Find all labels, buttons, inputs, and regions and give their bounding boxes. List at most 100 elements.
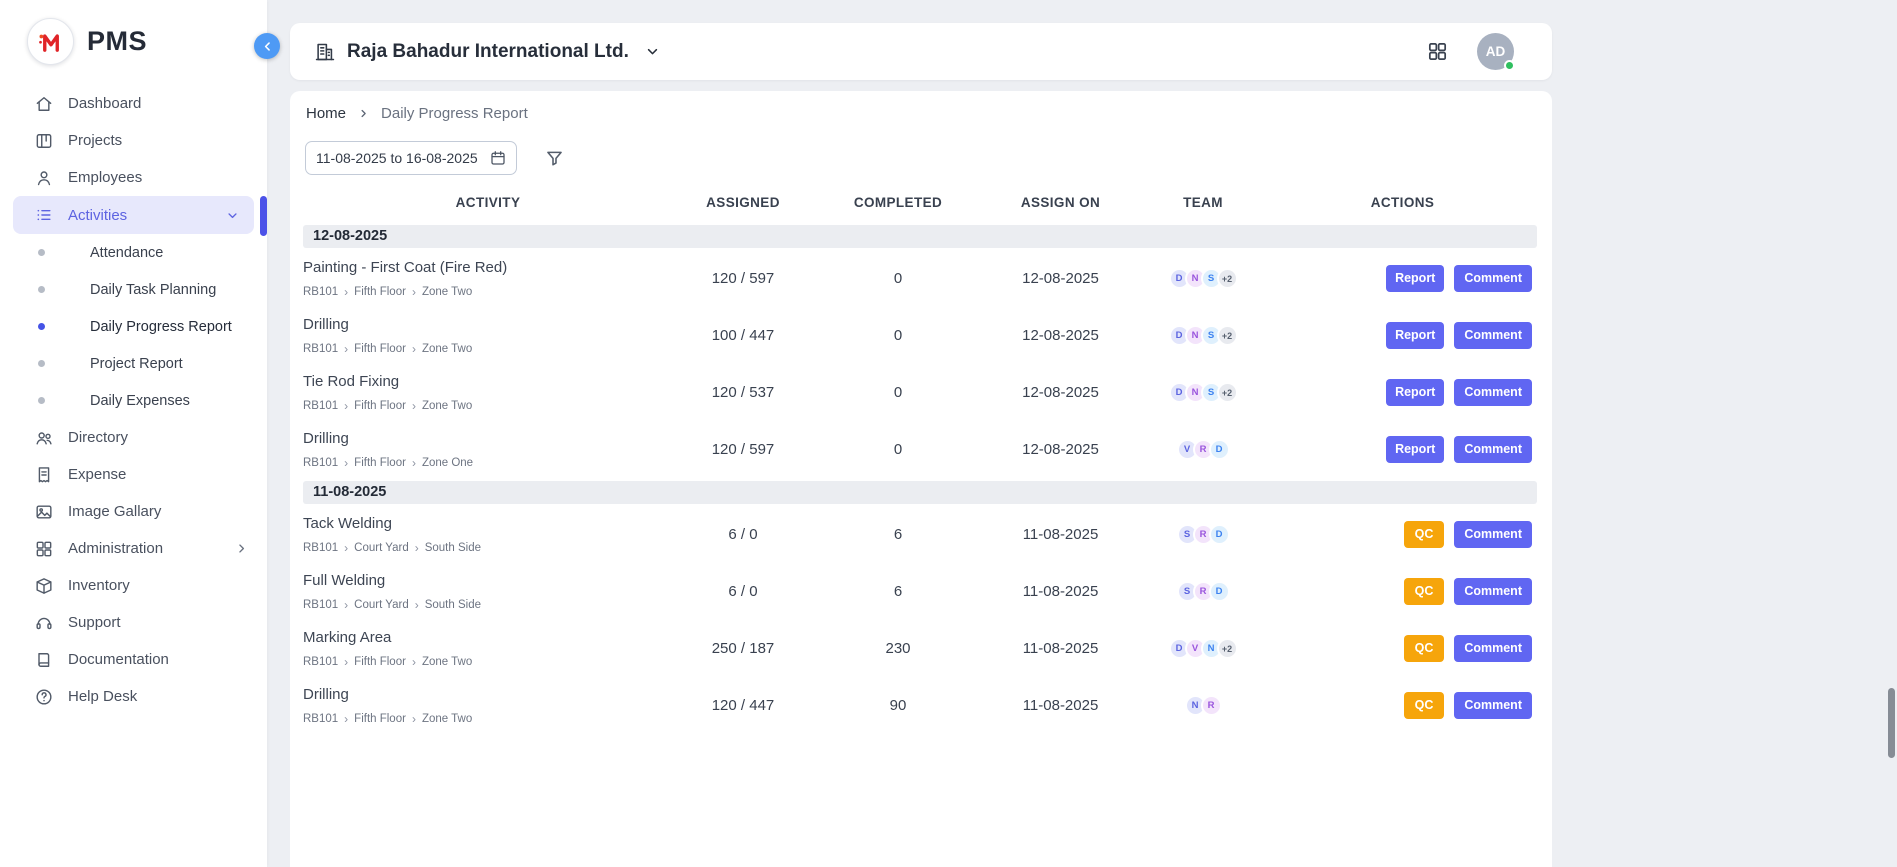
table-row: DrillingRB101›Fifth Floor›Zone Two120 / … <box>303 677 1537 734</box>
assigned-cell: 100 / 447 <box>673 327 813 344</box>
user-avatar[interactable]: AD <box>1477 33 1514 70</box>
path-segment: RB101 <box>303 343 338 355</box>
assigned-cell: 250 / 187 <box>673 640 813 657</box>
activity-title: Drilling <box>303 430 673 447</box>
chevron-right-icon: › <box>412 343 416 355</box>
team-member-badge[interactable]: D <box>1209 524 1230 545</box>
employees-icon <box>34 168 54 188</box>
breadcrumb-current: Daily Progress Report <box>381 105 528 122</box>
activity-location-path: RB101›Fifth Floor›Zone One <box>303 457 673 469</box>
date-range-input[interactable] <box>305 141 517 175</box>
sidebar-item-projects[interactable]: Projects <box>0 122 267 159</box>
group-date-header: 11-08-2025 <box>303 481 1537 504</box>
apps-grid-button[interactable] <box>1426 40 1449 63</box>
team-overflow-badge[interactable]: +2 <box>1217 268 1238 289</box>
completed-cell: 0 <box>813 327 983 344</box>
comment-button[interactable]: Comment <box>1454 692 1532 719</box>
activity-title: Tie Rod Fixing <box>303 373 673 390</box>
sidebar-subitem-daily-task-planning[interactable]: Daily Task Planning <box>0 271 267 308</box>
path-segment: Court Yard <box>354 599 409 611</box>
qc-button[interactable]: QC <box>1404 635 1445 662</box>
sidebar-item-help-desk[interactable]: Help Desk <box>0 678 267 715</box>
sidebar-subitem-daily-expenses[interactable]: Daily Expenses <box>0 382 267 419</box>
path-segment: RB101 <box>303 457 338 469</box>
assign-on-cell: 11-08-2025 <box>983 526 1138 543</box>
report-button[interactable]: Report <box>1386 379 1444 406</box>
chevron-right-icon: › <box>344 542 348 554</box>
chevron-left-icon <box>260 39 275 54</box>
activity-title: Full Welding <box>303 572 673 589</box>
sidebar-item-directory[interactable]: Directory <box>0 419 267 456</box>
calendar-icon[interactable] <box>489 149 507 167</box>
path-segment: Court Yard <box>354 542 409 554</box>
qc-button[interactable]: QC <box>1404 692 1445 719</box>
comment-button[interactable]: Comment <box>1454 265 1532 292</box>
chevron-right-icon: › <box>344 457 348 469</box>
comment-button[interactable]: Comment <box>1454 322 1532 349</box>
sidebar-item-documentation[interactable]: Documentation <box>0 641 267 678</box>
sidebar-subitem-label: Daily Expenses <box>90 393 190 409</box>
company-selector[interactable]: Raja Bahadur International Ltd. <box>314 41 661 63</box>
report-button[interactable]: Report <box>1386 265 1444 292</box>
qc-button[interactable]: QC <box>1404 521 1445 548</box>
activity-location-path: RB101›Fifth Floor›Zone Two <box>303 286 673 298</box>
comment-button[interactable]: Comment <box>1454 436 1532 463</box>
assigned-cell: 6 / 0 <box>673 583 813 600</box>
sidebar-subitem-label: Project Report <box>90 356 183 372</box>
filter-row <box>303 134 1537 187</box>
team-member-badge[interactable]: R <box>1201 695 1222 716</box>
sidebar-collapse-button[interactable] <box>254 33 280 59</box>
chevron-down-icon <box>225 208 240 223</box>
sidebar-item-activities[interactable]: Activities <box>13 196 254 234</box>
sidebar-subitem-attendance[interactable]: Attendance <box>0 234 267 271</box>
bullet-icon <box>38 397 45 404</box>
report-button[interactable]: Report <box>1386 322 1444 349</box>
sidebar-item-employees[interactable]: Employees <box>0 159 267 196</box>
filter-button[interactable] <box>544 148 565 169</box>
activity-title: Drilling <box>303 686 673 703</box>
chevron-right-icon: › <box>344 286 348 298</box>
administration-icon <box>34 539 54 559</box>
assign-on-cell: 11-08-2025 <box>983 697 1138 714</box>
qc-button[interactable]: QC <box>1404 578 1445 605</box>
sidebar-item-label: Documentation <box>68 651 169 668</box>
comment-button[interactable]: Comment <box>1454 635 1532 662</box>
actions-cell: QC Comment <box>1268 692 1537 719</box>
vertical-scrollbar[interactable] <box>1888 688 1895 758</box>
assigned-cell: 120 / 597 <box>673 270 813 287</box>
activity-location-path: RB101›Court Yard›South Side <box>303 542 673 554</box>
directory-icon <box>34 428 54 448</box>
report-button[interactable]: Report <box>1386 436 1444 463</box>
team-member-badge[interactable]: D <box>1209 581 1230 602</box>
date-range-field[interactable] <box>316 150 489 166</box>
content-card: Home Daily Progress Report <box>290 91 1552 867</box>
sidebar-item-image-gallary[interactable]: Image Gallary <box>0 493 267 530</box>
team-overflow-badge[interactable]: +2 <box>1217 382 1238 403</box>
actions-cell: Report Comment <box>1268 436 1537 463</box>
bullet-icon <box>38 286 45 293</box>
sidebar-item-inventory[interactable]: Inventory <box>0 567 267 604</box>
sidebar-item-dashboard[interactable]: Dashboard <box>0 85 267 122</box>
sidebar-item-expense[interactable]: Expense <box>0 456 267 493</box>
sidebar-item-support[interactable]: Support <box>0 604 267 641</box>
team-overflow-badge[interactable]: +2 <box>1217 325 1238 346</box>
chevron-right-icon <box>234 541 249 556</box>
column-header-team: TEAM <box>1138 195 1268 210</box>
chevron-right-icon: › <box>412 713 416 725</box>
sidebar-subitem-daily-progress-report[interactable]: Daily Progress Report <box>0 308 267 345</box>
breadcrumb-home[interactable]: Home <box>306 105 346 122</box>
chevron-right-icon: › <box>412 286 416 298</box>
team-overflow-badge[interactable]: +2 <box>1217 638 1238 659</box>
completed-cell: 0 <box>813 270 983 287</box>
sidebar-subitem-project-report[interactable]: Project Report <box>0 345 267 382</box>
comment-button[interactable]: Comment <box>1454 578 1532 605</box>
comment-button[interactable]: Comment <box>1454 521 1532 548</box>
brand-m-logo-icon <box>27 18 74 65</box>
sidebar-nav: DashboardProjectsEmployeesActivitiesAtte… <box>0 83 267 715</box>
column-header-activity: ACTIVITY <box>303 195 673 210</box>
comment-button[interactable]: Comment <box>1454 379 1532 406</box>
sidebar-item-administration[interactable]: Administration <box>0 530 267 567</box>
activity-location-path: RB101›Fifth Floor›Zone Two <box>303 400 673 412</box>
team-member-badge[interactable]: D <box>1209 439 1230 460</box>
sidebar-item-label: Expense <box>68 466 126 483</box>
